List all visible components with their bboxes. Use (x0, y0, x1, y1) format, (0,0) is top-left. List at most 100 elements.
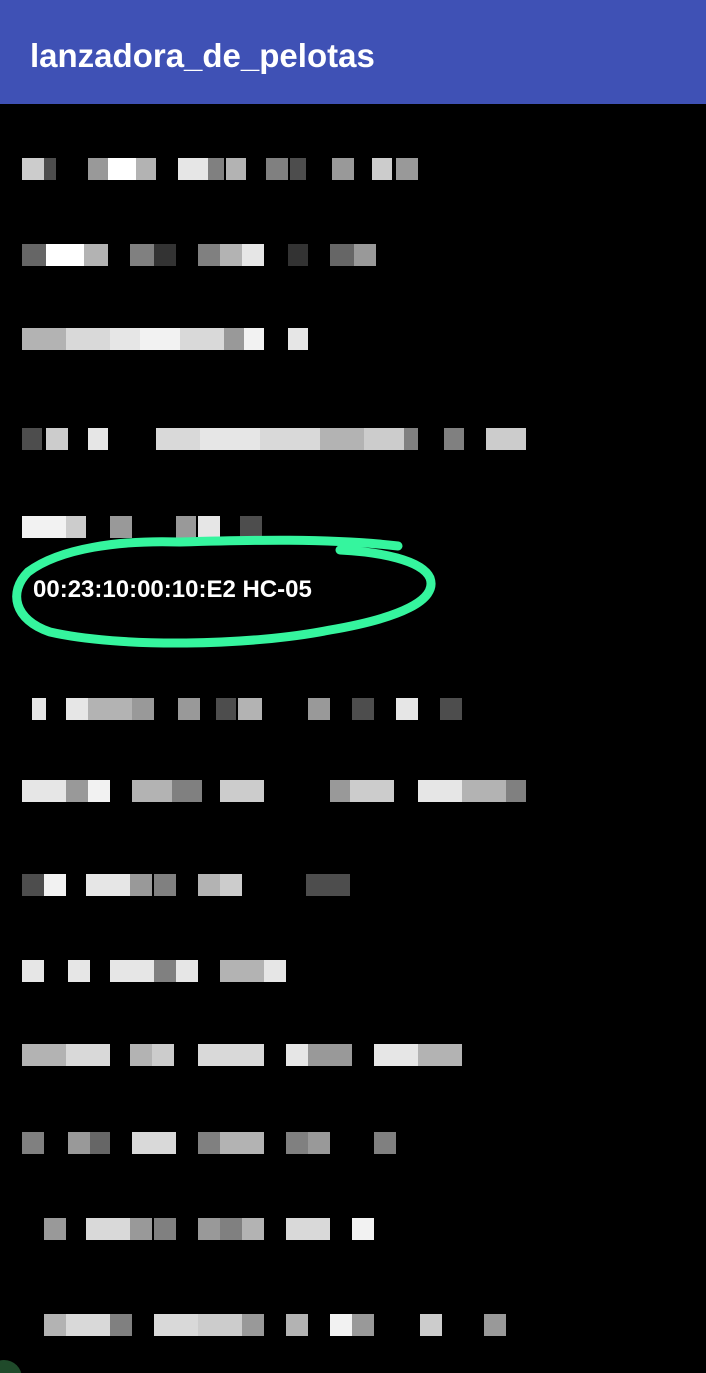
device-list-item-hc05[interactable]: 00:23:10:00:10:E2 HC-05 (33, 573, 312, 607)
redaction-pixel-block (66, 516, 86, 538)
redaction-pixel-block (110, 1314, 132, 1336)
redaction-pixel-block (22, 780, 66, 802)
redaction-pixel-block (178, 698, 200, 720)
redaction-pixel-block (220, 1132, 264, 1154)
redaction-pixel-block (352, 1218, 374, 1240)
redaction-pixel-block (420, 1314, 442, 1336)
redaction-pixel-block (198, 1132, 220, 1154)
redaction-pixel-block (288, 328, 308, 350)
redaction-pixel-block (132, 780, 172, 802)
redaction-pixel-block (244, 328, 264, 350)
redaction-pixel-block (308, 1044, 352, 1066)
redaction-pixel-block (198, 1314, 242, 1336)
redaction-pixel-block (286, 1314, 308, 1336)
redaction-pixel-block (44, 1314, 66, 1336)
redaction-pixel-block (66, 328, 110, 350)
redaction-pixel-block (68, 1132, 90, 1154)
redaction-pixel-block (66, 780, 88, 802)
redaction-pixel-block (330, 1314, 352, 1336)
redaction-pixel-block (154, 960, 176, 982)
redaction-pixel-block (198, 244, 220, 266)
app-title: lanzadora_de_pelotas (30, 37, 375, 74)
redaction-pixel-block (396, 698, 418, 720)
device-list-item-redacted[interactable] (0, 1286, 706, 1366)
device-list-item-redacted[interactable] (0, 1190, 706, 1270)
redaction-pixel-block (306, 874, 350, 896)
redaction-pixel-block (44, 1218, 66, 1240)
redaction-pixel-block (90, 1132, 110, 1154)
redaction-pixel-block (224, 328, 244, 350)
redaction-pixel-block (418, 780, 462, 802)
redaction-pixel-block (130, 1218, 152, 1240)
redaction-pixel-block (22, 1044, 66, 1066)
redaction-pixel-block (240, 516, 262, 538)
device-list-item-redacted[interactable] (0, 1104, 706, 1184)
redaction-pixel-block (154, 1314, 198, 1336)
device-list-item-redacted[interactable] (0, 130, 706, 210)
redaction-pixel-block (156, 428, 200, 450)
redaction-pixel-block (320, 428, 364, 450)
redaction-pixel-block (484, 1314, 506, 1336)
redaction-pixel-block (66, 698, 88, 720)
redaction-pixel-block (350, 780, 394, 802)
redaction-pixel-block (22, 874, 44, 896)
device-list-item-redacted[interactable] (0, 300, 706, 380)
device-list-item-redacted[interactable] (0, 488, 706, 568)
redaction-pixel-block (66, 1044, 110, 1066)
redaction-pixel-block (308, 698, 330, 720)
redaction-pixel-block (22, 960, 44, 982)
redaction-pixel-block (418, 1044, 462, 1066)
redaction-pixel-block (22, 328, 66, 350)
redaction-pixel-block (108, 158, 136, 180)
redaction-pixel-block (130, 244, 154, 266)
redaction-pixel-block (132, 1132, 176, 1154)
redaction-pixel-block (44, 874, 66, 896)
redaction-pixel-block (32, 698, 46, 720)
device-list-item-redacted[interactable] (0, 932, 706, 1012)
redaction-pixel-block (242, 244, 264, 266)
redaction-pixel-block (198, 1044, 264, 1066)
redaction-pixel-block (22, 1132, 44, 1154)
redaction-pixel-block (46, 428, 68, 450)
redaction-pixel-block (220, 874, 242, 896)
redaction-pixel-block (486, 428, 526, 450)
device-list-item-redacted[interactable] (0, 846, 706, 926)
redaction-pixel-block (332, 158, 354, 180)
redaction-pixel-block (130, 1044, 152, 1066)
redaction-pixel-block (198, 1218, 220, 1240)
redaction-pixel-block (286, 1044, 308, 1066)
redaction-pixel-block (462, 780, 506, 802)
redaction-pixel-block (136, 158, 156, 180)
redaction-pixel-block (352, 1314, 374, 1336)
redaction-pixel-block (154, 874, 176, 896)
redaction-pixel-block (110, 960, 154, 982)
redaction-pixel-block (198, 516, 220, 538)
redaction-pixel-block (22, 244, 46, 266)
redaction-pixel-block (132, 698, 154, 720)
device-list-item-redacted[interactable] (0, 670, 706, 750)
redaction-pixel-block (86, 1218, 130, 1240)
device-list-item-redacted[interactable] (0, 752, 706, 832)
redaction-pixel-block (308, 1132, 330, 1154)
device-list-item-redacted[interactable] (0, 1016, 706, 1096)
redaction-pixel-block (22, 516, 66, 538)
redaction-pixel-block (110, 516, 132, 538)
redaction-pixel-block (86, 874, 130, 896)
redaction-pixel-block (88, 698, 132, 720)
redaction-pixel-block (154, 1218, 176, 1240)
redaction-pixel-block (110, 328, 140, 350)
redaction-pixel-block (140, 328, 180, 350)
paired-devices-list[interactable] (0, 104, 706, 1373)
redaction-pixel-block (220, 960, 264, 982)
redaction-pixel-block (154, 244, 176, 266)
redaction-pixel-block (220, 244, 242, 266)
redaction-pixel-block (396, 158, 418, 180)
redaction-pixel-block (84, 244, 108, 266)
redaction-pixel-block (88, 158, 108, 180)
device-list-item-redacted[interactable] (0, 216, 706, 296)
redaction-pixel-block (176, 960, 198, 982)
redaction-pixel-block (152, 1044, 174, 1066)
redaction-pixel-block (260, 428, 320, 450)
device-list-item-redacted[interactable] (0, 400, 706, 480)
redaction-pixel-block (286, 1132, 308, 1154)
